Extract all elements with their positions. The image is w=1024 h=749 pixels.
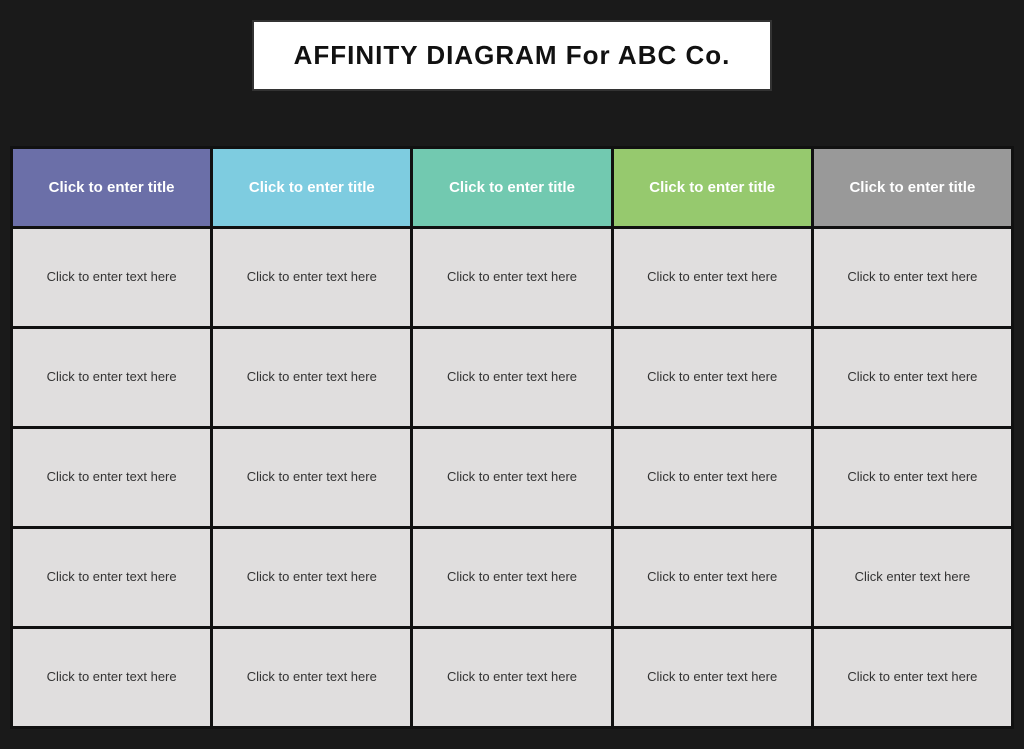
card-1-2[interactable]: Click to enter text here <box>213 429 410 529</box>
card-0-4[interactable]: Click to enter text here <box>13 629 210 729</box>
card-3-3[interactable]: Click to enter text here <box>614 529 811 629</box>
column-header-3[interactable]: Click to enter title <box>614 149 811 229</box>
card-4-3[interactable]: Click enter text here <box>814 529 1011 629</box>
card-4-1[interactable]: Click to enter text here <box>814 329 1011 429</box>
card-0-1[interactable]: Click to enter text here <box>13 329 210 429</box>
card-1-1[interactable]: Click to enter text here <box>213 329 410 429</box>
card-1-0[interactable]: Click to enter text here <box>213 229 410 329</box>
column-0: Click to enter titleClick to enter text … <box>13 149 213 729</box>
card-1-4[interactable]: Click to enter text here <box>213 629 410 729</box>
card-4-4[interactable]: Click to enter text here <box>814 629 1011 729</box>
card-0-3[interactable]: Click to enter text here <box>13 529 210 629</box>
card-2-0[interactable]: Click to enter text here <box>413 229 610 329</box>
card-4-0[interactable]: Click to enter text here <box>814 229 1011 329</box>
card-0-2[interactable]: Click to enter text here <box>13 429 210 529</box>
card-3-0[interactable]: Click to enter text here <box>614 229 811 329</box>
diagram-title-box: AFFINITY DIAGRAM For ABC Co. <box>252 20 773 121</box>
column-4: Click to enter titleClick to enter text … <box>814 149 1014 729</box>
column-header-1[interactable]: Click to enter title <box>213 149 410 229</box>
card-3-4[interactable]: Click to enter text here <box>614 629 811 729</box>
card-2-3[interactable]: Click to enter text here <box>413 529 610 629</box>
card-3-2[interactable]: Click to enter text here <box>614 429 811 529</box>
card-1-3[interactable]: Click to enter text here <box>213 529 410 629</box>
column-1: Click to enter titleClick to enter text … <box>213 149 413 729</box>
card-2-1[interactable]: Click to enter text here <box>413 329 610 429</box>
column-header-0[interactable]: Click to enter title <box>13 149 210 229</box>
card-3-1[interactable]: Click to enter text here <box>614 329 811 429</box>
column-header-4[interactable]: Click to enter title <box>814 149 1011 229</box>
column-2: Click to enter titleClick to enter text … <box>413 149 613 729</box>
card-0-0[interactable]: Click to enter text here <box>13 229 210 329</box>
affinity-diagram-grid: Click to enter titleClick to enter text … <box>10 146 1014 729</box>
card-2-2[interactable]: Click to enter text here <box>413 429 610 529</box>
card-2-4[interactable]: Click to enter text here <box>413 629 610 729</box>
diagram-title: AFFINITY DIAGRAM For ABC Co. <box>294 40 731 70</box>
card-4-2[interactable]: Click to enter text here <box>814 429 1011 529</box>
column-header-2[interactable]: Click to enter title <box>413 149 610 229</box>
column-3: Click to enter titleClick to enter text … <box>614 149 814 729</box>
